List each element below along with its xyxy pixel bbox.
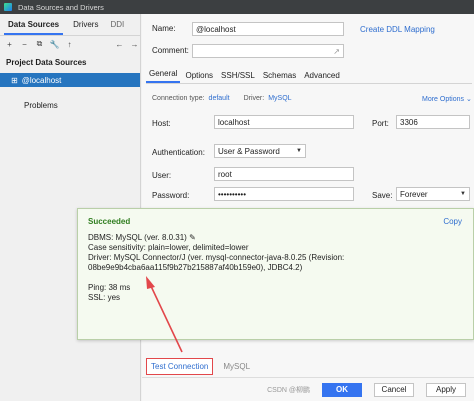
- edit-icon: ✎: [189, 233, 196, 242]
- status-succeeded: Succeeded: [88, 217, 131, 226]
- password-label: Password:: [152, 191, 190, 200]
- result-dbms-text: DBMS: MySQL (ver. 8.0.31): [88, 233, 187, 242]
- ok-button[interactable]: OK: [322, 382, 362, 397]
- tab-advanced[interactable]: Advanced: [301, 71, 343, 83]
- connection-type-label: Connection type:: [152, 95, 205, 102]
- datasource-label: @localhost: [21, 75, 62, 85]
- window-title: Data Sources and Drivers: [18, 2, 104, 12]
- driver-value[interactable]: MySQL: [268, 95, 291, 102]
- name-value: @localhost: [196, 24, 236, 34]
- create-ddl-link[interactable]: Create DDL Mapping: [360, 25, 435, 34]
- tab-ssh-ssl[interactable]: SSH/SSL: [218, 71, 258, 83]
- result-dbms: DBMS: MySQL (ver. 8.0.31) ✎: [88, 233, 196, 242]
- app-icon: [4, 3, 12, 11]
- mysql-tab[interactable]: MySQL: [219, 359, 254, 374]
- driver-label: Driver:: [243, 95, 265, 102]
- host-label: Host:: [152, 119, 171, 128]
- more-options-label: More Options: [422, 96, 465, 103]
- auth-value: User & Password: [218, 146, 280, 156]
- connection-type-value[interactable]: default: [209, 95, 230, 102]
- result-case: Case sensitivity: plain=lower, delimited…: [88, 243, 249, 252]
- datasource-icon: ⊞: [11, 75, 18, 85]
- chevron-down-icon: ▼: [296, 148, 302, 154]
- problems-link[interactable]: Problems: [0, 87, 140, 110]
- more-options-link[interactable]: More Options ⌄: [422, 95, 472, 103]
- chevron-down-icon: ▼: [460, 191, 466, 197]
- user-label: User:: [152, 171, 172, 180]
- user-value: root: [218, 169, 232, 179]
- tab-general[interactable]: General: [146, 69, 181, 83]
- left-toolbar: + − ⧉ 🔧 ↑ ← →: [0, 36, 140, 52]
- settings-tabs: General Options SSH/SSL Schemas Advanced: [146, 68, 472, 84]
- result-ssl: SSL: yes: [88, 293, 121, 302]
- dialog-footer: CSDN @柳鹏 OK Cancel Apply: [142, 377, 474, 401]
- name-input[interactable]: @localhost: [192, 22, 344, 36]
- datasource-item-localhost[interactable]: ⊞ @localhost: [0, 73, 140, 87]
- tab-drivers[interactable]: Drivers: [71, 15, 100, 35]
- port-label: Port:: [372, 119, 389, 128]
- name-label: Name:: [152, 24, 176, 33]
- auth-label: Authentication:: [152, 148, 205, 157]
- save-value: Forever: [400, 189, 428, 199]
- apply-button[interactable]: Apply: [426, 382, 466, 397]
- bottom-tabs: Test Connection MySQL: [146, 357, 474, 375]
- left-tabs: Data Sources Drivers DDI: [0, 14, 140, 36]
- tab-schemas[interactable]: Schemas: [260, 71, 299, 83]
- save-label: Save:: [372, 191, 393, 200]
- user-input[interactable]: root: [214, 167, 354, 181]
- tab-options[interactable]: Options: [182, 71, 216, 83]
- remove-icon[interactable]: −: [19, 40, 30, 49]
- watermark: CSDN @柳鹏: [267, 386, 310, 394]
- cancel-button[interactable]: Cancel: [374, 382, 414, 397]
- result-revision: 08be9e9b4cba6aa115f9b27b215887af40b159e0…: [88, 263, 303, 272]
- port-value: 3306: [400, 117, 418, 127]
- forward-icon[interactable]: →: [129, 40, 140, 49]
- tab-ddl[interactable]: DDI: [108, 15, 126, 35]
- comment-label: Comment:: [152, 46, 189, 55]
- test-connection-button[interactable]: Test Connection: [146, 357, 214, 375]
- password-value: ••••••••••: [218, 189, 247, 199]
- auth-select[interactable]: User & Password ▼: [214, 144, 306, 158]
- connection-result-popup: Succeeded Copy DBMS: MySQL (ver. 8.0.31)…: [77, 208, 474, 340]
- host-input[interactable]: localhost: [214, 115, 354, 129]
- result-ping: Ping: 38 ms: [88, 283, 131, 292]
- copy-icon[interactable]: ⧉: [34, 39, 45, 49]
- comment-input[interactable]: ↗: [192, 44, 344, 58]
- port-input[interactable]: 3306: [396, 115, 470, 129]
- save-select[interactable]: Forever ▼: [396, 187, 470, 201]
- section-title: Project Data Sources: [6, 58, 87, 67]
- add-icon[interactable]: +: [4, 40, 15, 49]
- host-value: localhost: [218, 117, 250, 127]
- expand-icon[interactable]: ↗: [333, 47, 340, 56]
- result-driver: Driver: MySQL Connector/J (ver. mysql-co…: [88, 253, 345, 262]
- up-icon[interactable]: ↑: [64, 40, 75, 49]
- password-input[interactable]: ••••••••••: [214, 187, 354, 201]
- copy-link[interactable]: Copy: [443, 217, 462, 226]
- window-titlebar: Data Sources and Drivers: [0, 0, 474, 14]
- settings-icon[interactable]: 🔧: [49, 40, 60, 49]
- back-icon[interactable]: ←: [114, 40, 125, 49]
- tab-data-sources[interactable]: Data Sources: [4, 15, 64, 35]
